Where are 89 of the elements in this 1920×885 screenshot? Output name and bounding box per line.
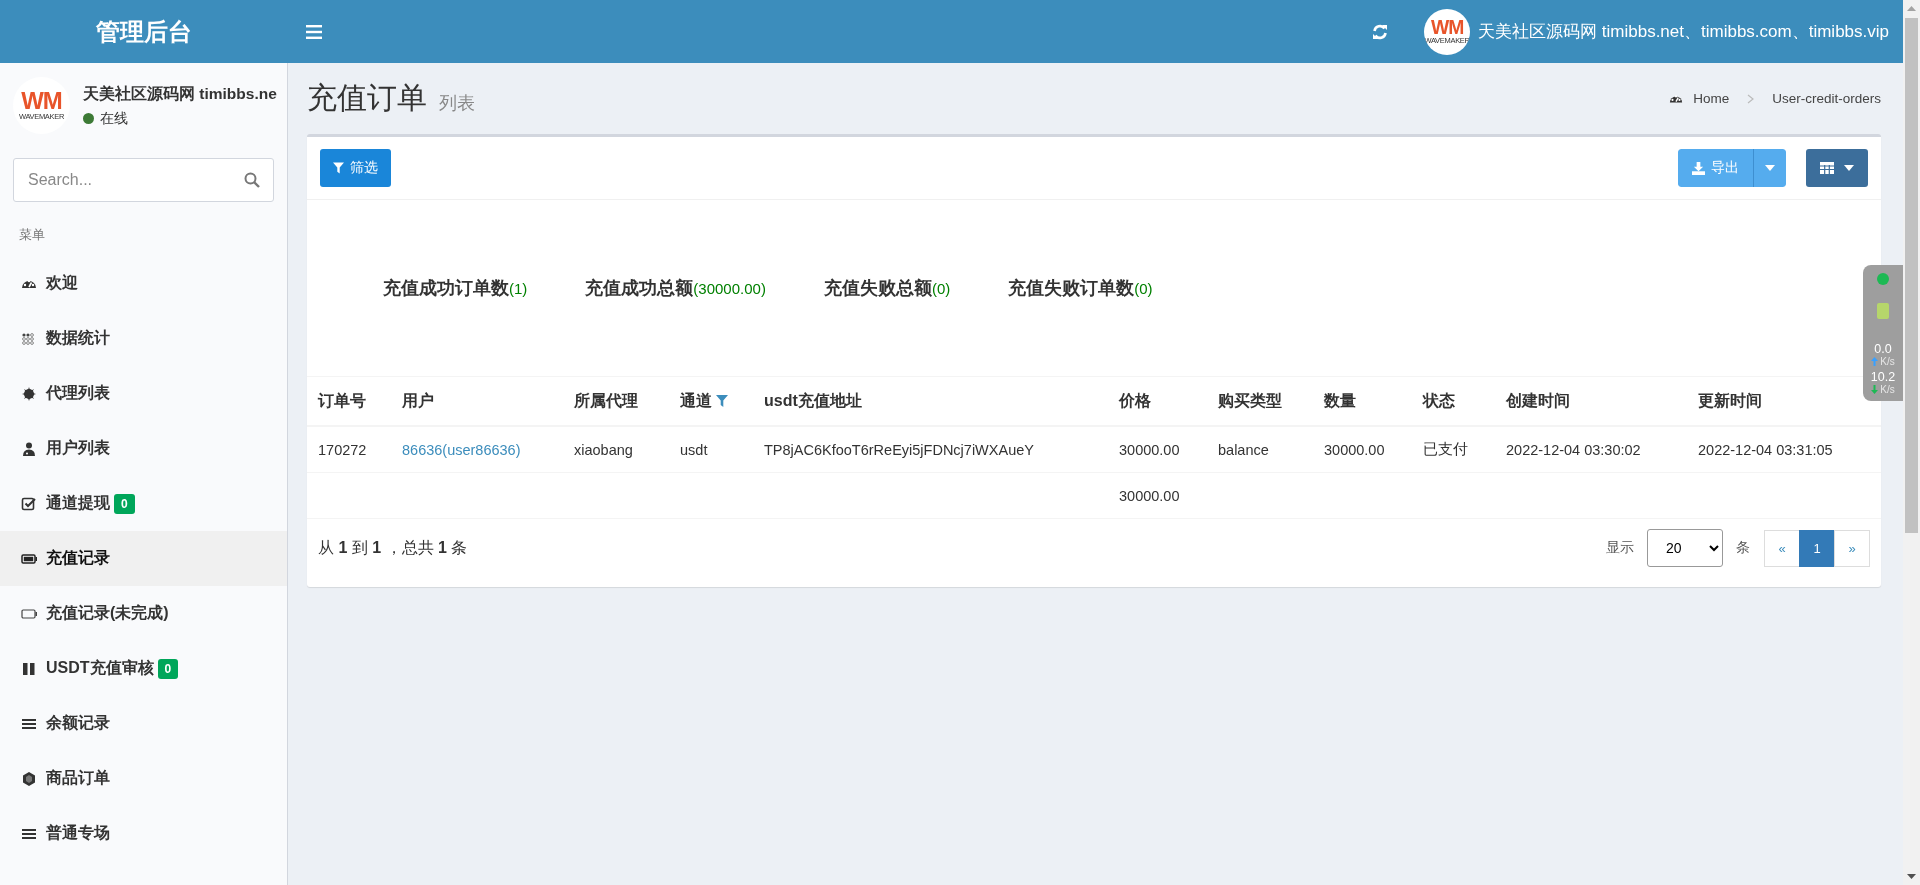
table-cell: usdt [669, 426, 753, 473]
columns-button[interactable] [1806, 149, 1868, 187]
table-cell: 30000.00 [1313, 426, 1412, 473]
stat-value: (1) [509, 280, 528, 297]
column-header: 用户 [402, 390, 434, 411]
table-cell: 30000.00 [1108, 426, 1207, 473]
page-button[interactable]: « [1764, 529, 1800, 567]
total-cell: 30000.00 [1108, 472, 1207, 519]
download-icon [1692, 161, 1705, 175]
up-arrow-icon [1871, 357, 1879, 366]
table-icon [1820, 162, 1834, 174]
chevron-icon [1747, 93, 1755, 104]
stat-label: 充值失败总额 [823, 277, 932, 300]
stat-value: (30000.00) [693, 280, 766, 297]
sidebar-item[interactable]: 欢迎 [0, 256, 287, 311]
search-field[interactable]: Search... [13, 158, 274, 202]
table-cell: balance [1207, 426, 1313, 473]
column-header: 所属代理 [574, 390, 638, 411]
filter-icon[interactable] [716, 395, 728, 407]
breadcrumb-link[interactable]: Home [1693, 91, 1730, 106]
user-name: 天美社区源码网 timibbs.ne [83, 83, 277, 104]
column-header: 订单号 [318, 390, 366, 411]
page-button[interactable]: » [1834, 529, 1870, 567]
page-title: 充值订单 [307, 80, 427, 116]
column-header: 通道 [680, 390, 712, 411]
table-cell: xiaobang [563, 426, 669, 473]
sidebar-item[interactable]: 充值记录 [0, 531, 287, 586]
sidebar-item[interactable]: 代理列表 [0, 366, 287, 421]
sidebar-item[interactable]: 数据统计 [0, 311, 287, 366]
stat-value: (0) [1134, 280, 1153, 297]
search-icon [244, 172, 260, 188]
sidebar-item[interactable]: 用户列表 [0, 421, 287, 476]
menu-icon [306, 24, 322, 39]
speed-unit: K/s [1880, 356, 1895, 367]
user-link[interactable]: 86636(user86636) [402, 441, 521, 458]
column-header: usdt充值地址 [764, 390, 862, 411]
caret-icon [1844, 165, 1854, 171]
table-cell: 170272 [307, 426, 391, 473]
status-dot [83, 113, 94, 124]
table-cell: 2022-12-04 03:30:02 [1495, 426, 1687, 473]
column-header: 更新时间 [1698, 390, 1762, 411]
page-button[interactable]: 1 [1799, 529, 1835, 567]
menu-heading: 菜单 [18, 226, 46, 244]
unit-label: 条 [1736, 539, 1750, 557]
dropdown-button[interactable] [1753, 149, 1786, 187]
column-header: 数量 [1324, 390, 1356, 411]
stat-label: 充值成功总额 [585, 277, 694, 300]
page-subtitle: 列表 [439, 91, 475, 115]
stat-value: (0) [931, 280, 951, 297]
show-label: 显示 [1606, 539, 1634, 557]
stat-label: 充值失败订单数 [1008, 277, 1135, 300]
column-header: 价格 [1119, 390, 1151, 411]
caret-icon [1765, 165, 1775, 171]
table-cell: 2022-12-04 03:31:05 [1687, 426, 1881, 473]
table-cell: 已支付 [1412, 426, 1495, 473]
stat-label: 充值成功订单数 [383, 277, 509, 300]
down-arrow-icon [1871, 385, 1879, 394]
column-header: 购买类型 [1218, 390, 1282, 411]
funnel-icon [333, 162, 344, 174]
sidebar-item[interactable]: 商品订单 [0, 751, 287, 806]
table-cell: TP8jAC6KfooT6rReEyi5jFDNcj7iWXAueY [753, 426, 1108, 473]
gear-icon [21, 385, 37, 402]
hexagon-icon [21, 770, 37, 787]
sidebar-item[interactable]: 普通专场 [0, 806, 287, 861]
sidebar-item[interactable]: USDT充值审核 0 [0, 641, 287, 696]
count-badge: 0 [157, 658, 179, 679]
refresh-icon [1372, 23, 1389, 40]
column-header: 创建时间 [1506, 390, 1570, 411]
checkbox-icon [21, 495, 37, 512]
column-header: 状态 [1423, 390, 1455, 411]
speed-unit: K/s [1880, 384, 1895, 395]
record-summary: 从 1 到 1 ，总共 1 条 [318, 537, 468, 558]
upload-speed: 0.0 [1874, 342, 1892, 356]
pause-icon [21, 660, 37, 677]
indicator-bar [1877, 303, 1889, 319]
scrollbar-thumb[interactable] [1905, 18, 1918, 533]
sidebar-item[interactable]: 充值记录(未完成) [0, 586, 287, 641]
page-size-select[interactable]: 20 [1647, 529, 1723, 567]
status-text: 在线 [100, 109, 128, 128]
user-icon [21, 440, 37, 457]
filter-button[interactable]: 筛选 [320, 149, 391, 187]
download-speed: 10.2 [1870, 370, 1896, 384]
dot-grid-icon [21, 330, 37, 347]
sidebar-item[interactable]: 余额记录 [0, 696, 287, 751]
count-badge: 0 [114, 493, 135, 514]
sidebar-item[interactable]: 通道提现 0 [0, 476, 287, 531]
indicator-dot [1877, 273, 1889, 285]
user-name[interactable]: 天美社区源码网 timibbs.net、timibbs.com、timibbs.vip [1478, 20, 1889, 43]
brand-title: 管理后台 [95, 16, 193, 47]
